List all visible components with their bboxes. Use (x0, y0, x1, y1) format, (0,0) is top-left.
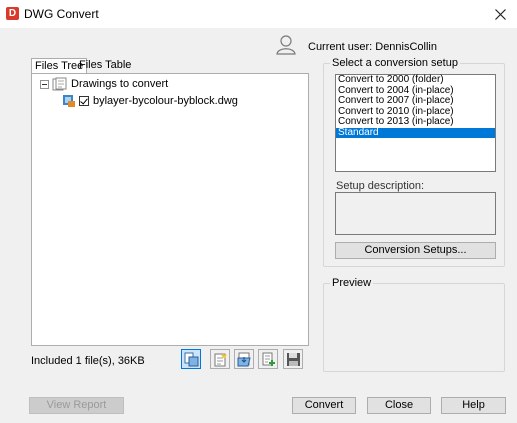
append-list-button[interactable] (258, 349, 278, 369)
close-window-button[interactable] (483, 0, 517, 28)
view-report-button[interactable]: View Report (29, 397, 124, 414)
dwg-app-icon: D (6, 7, 19, 20)
close-button[interactable]: Close (367, 397, 431, 414)
help-button[interactable]: Help (441, 397, 506, 414)
status-text: Included 1 file(s), 36KB (31, 355, 145, 367)
conversion-setups-button[interactable]: Conversion Setups... (335, 242, 496, 259)
setup-item[interactable]: Convert to 2013 (in-place) (336, 117, 495, 128)
tree-file-row[interactable]: bylayer-bycolour-byblock.dwg (62, 94, 238, 108)
collapse-toggle[interactable] (40, 79, 49, 89)
conversion-setup-label: Select a conversion setup (330, 57, 460, 69)
open-list-button[interactable] (234, 349, 254, 369)
tree-root-label: Drawings to convert (71, 78, 169, 90)
drawings-folder-icon (52, 77, 67, 91)
preview-label: Preview (330, 277, 374, 289)
user-icon (276, 35, 296, 55)
new-list-icon (214, 353, 227, 367)
append-list-icon (262, 352, 275, 366)
title-bar: D DWG Convert (0, 0, 517, 28)
setup-item-selected[interactable]: Standard (336, 127, 495, 138)
preview-group: Preview (323, 277, 505, 372)
convert-button[interactable]: Convert (292, 397, 356, 414)
setup-item[interactable]: Convert to 2007 (in-place) (336, 96, 495, 107)
files-tree-panel[interactable]: Drawings to convert bylayer-bycolour-byb… (31, 73, 309, 346)
window-title: DWG Convert (24, 7, 99, 21)
tree-root-row[interactable]: Drawings to convert (40, 77, 168, 91)
setup-item[interactable]: Convert to 2000 (folder) (336, 75, 495, 86)
tab-files-table[interactable]: Files Table (76, 58, 134, 73)
tree-file-label: bylayer-bycolour-byblock.dwg (93, 95, 238, 107)
tree-view-button[interactable] (181, 349, 201, 369)
save-list-button[interactable] (283, 349, 303, 369)
setup-description-label: Setup description: (336, 180, 425, 192)
conversion-setup-list[interactable]: Convert to 2000 (folder) Convert to 2004… (335, 74, 496, 172)
dwg-file-icon (63, 95, 75, 107)
open-folder-icon (237, 352, 251, 367)
close-icon (494, 9, 506, 20)
current-user-label: Current user: DennisCollin (308, 41, 437, 53)
tree-view-icon (184, 352, 199, 367)
new-list-button[interactable] (210, 349, 230, 369)
file-include-checkbox[interactable] (79, 96, 89, 106)
save-icon (287, 353, 300, 366)
setup-description-box (335, 192, 496, 235)
